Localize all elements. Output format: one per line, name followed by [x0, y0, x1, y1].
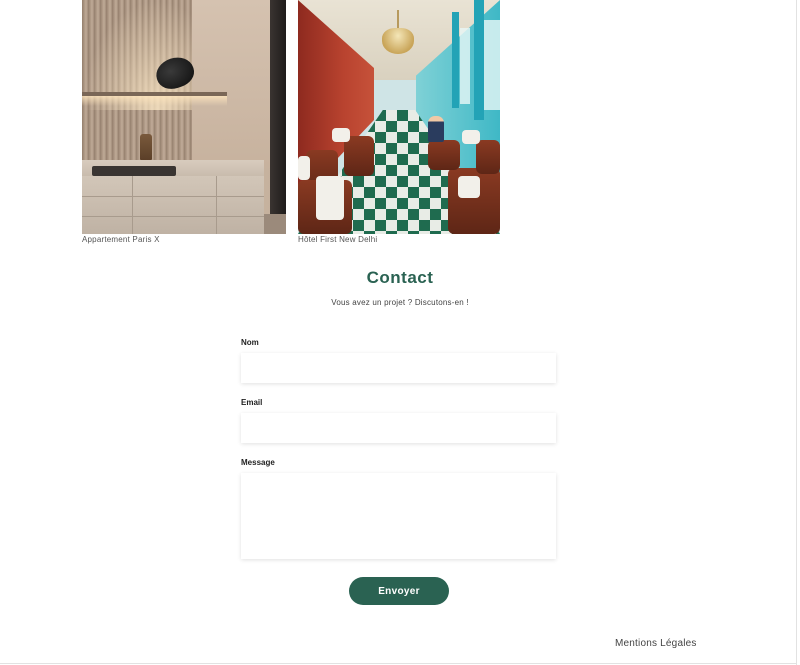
name-field[interactable] [241, 353, 556, 383]
project-caption: Appartement Paris X [82, 235, 160, 244]
legal-notice-link[interactable]: Mentions Légales [615, 638, 697, 649]
message-label: Message [241, 458, 275, 467]
name-label: Nom [241, 338, 259, 347]
project-image-appartement-paris[interactable] [82, 0, 286, 234]
contact-title: Contact [366, 268, 434, 287]
message-field[interactable] [241, 473, 556, 559]
email-label: Email [241, 398, 263, 407]
project-image-hotel-new-delhi[interactable] [298, 0, 500, 234]
page-bottom-border [0, 663, 797, 664]
chandelier-shape [382, 28, 414, 54]
page-right-border [796, 0, 797, 665]
project-caption: Hôtel First New Delhi [298, 235, 378, 244]
email-field[interactable] [241, 413, 556, 443]
contact-subtitle: Vous avez un projet ? Discutons-en ! [331, 298, 469, 307]
send-button[interactable]: Envoyer [349, 577, 449, 605]
